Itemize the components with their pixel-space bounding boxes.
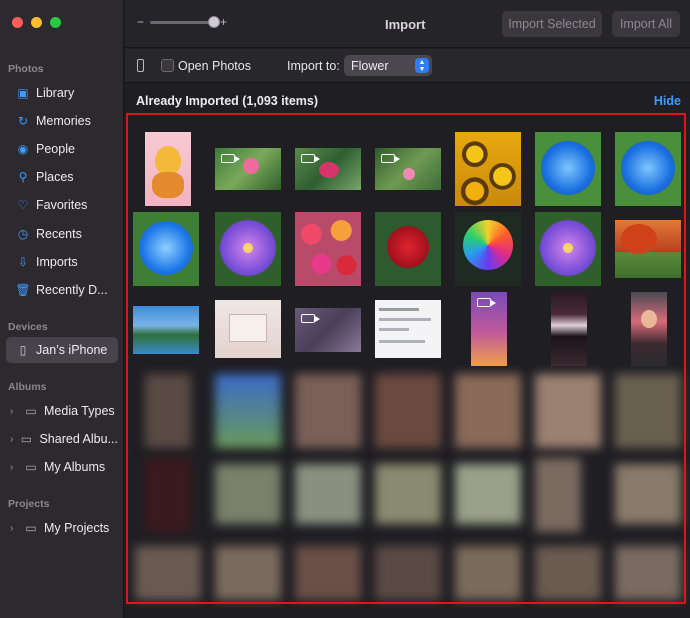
trash-icon: 🗑 <box>15 283 31 297</box>
chevron-right-icon[interactable]: › <box>10 434 13 445</box>
window-title: Import <box>385 17 426 32</box>
import-selected-button[interactable]: Import Selected <box>502 11 602 37</box>
chevron-right-icon[interactable]: › <box>10 523 18 534</box>
window-controls <box>12 17 61 28</box>
sidebar: Photos ▣ Library ↻ Memories ◉ People ⚲ P… <box>0 0 124 618</box>
sidebar-item-device[interactable]: ▯ Jan’s iPhone <box>6 337 118 363</box>
sidebar-item-label: Memories <box>36 114 91 128</box>
iphone-icon <box>137 59 144 72</box>
open-photos-label: Open Photos <box>178 59 251 73</box>
memories-icon: ↻ <box>17 114 29 128</box>
iphone-icon: ▯ <box>19 343 27 357</box>
section-title-albums: Albums <box>8 381 47 393</box>
chevron-updown-icon: ▲ ▼ <box>415 58 429 73</box>
sidebar-item-label: Library <box>36 86 75 100</box>
sidebar-item-label: Shared Albu... <box>39 432 118 446</box>
sidebar-item-label: Jan’s iPhone <box>36 343 108 357</box>
sidebar-item-label: Places <box>36 170 74 184</box>
sidebar-item-places[interactable]: ⚲ Places <box>6 164 118 190</box>
folder-icon: ▭ <box>25 521 37 535</box>
sidebar-item-label: Favorites <box>36 198 88 212</box>
sidebar-item-label: Imports <box>36 255 78 269</box>
section-title-projects: Projects <box>8 498 50 510</box>
zoom-in-icon[interactable]: + <box>220 15 227 29</box>
sidebar-item-my-albums[interactable]: › ▭ My Albums <box>6 454 118 480</box>
zoom-slider[interactable] <box>150 15 221 28</box>
import-options-bar: Open Photos Import to: Flower ▲ ▼ <box>125 49 690 83</box>
zoom-out-icon[interactable]: − <box>137 15 144 29</box>
sidebar-item-my-projects[interactable]: › ▭ My Projects <box>6 515 118 541</box>
folder-icon: ▭ <box>25 404 37 418</box>
import-to-label: Import to: <box>287 59 340 73</box>
sidebar-item-recents[interactable]: ◷ Recents <box>6 221 118 247</box>
sidebar-item-label: Recents <box>36 227 82 241</box>
close-window-button[interactable] <box>12 17 23 28</box>
sidebar-item-label: People <box>36 142 75 156</box>
open-photos-checkbox[interactable] <box>161 59 174 72</box>
zoom-control: − + <box>137 15 227 29</box>
sidebar-item-label: My Projects <box>44 521 110 535</box>
toolbar: − + Import Import Selected Import All <box>125 0 690 48</box>
sidebar-item-recently-deleted[interactable]: 🗑 Recently D... <box>6 277 118 303</box>
imports-icon: ⇩ <box>17 255 29 269</box>
sidebar-item-imports[interactable]: ⇩ Imports <box>6 249 118 275</box>
already-imported-header: Already Imported (1,093 items) <box>136 94 319 108</box>
import-to-select[interactable]: Flower ▲ ▼ <box>344 55 432 76</box>
zoom-slider-thumb[interactable] <box>208 15 221 28</box>
folder-icon: ▭ <box>20 432 33 446</box>
section-title-devices: Devices <box>8 321 48 333</box>
selection-highlight-frame <box>126 113 686 604</box>
section-title-photos: Photos <box>8 63 44 75</box>
main-content: Already Imported (1,093 items) Hide <box>125 84 690 618</box>
chevron-right-icon[interactable]: › <box>10 462 18 473</box>
clock-icon: ◷ <box>17 227 29 241</box>
places-icon: ⚲ <box>18 170 28 184</box>
sidebar-item-favorites[interactable]: ♡ Favorites <box>6 192 118 218</box>
sidebar-item-label: Media Types <box>44 404 115 418</box>
sidebar-item-people[interactable]: ◉ People <box>6 136 118 162</box>
import-to-value: Flower <box>351 58 389 73</box>
people-icon: ◉ <box>17 142 29 156</box>
folder-icon: ▭ <box>25 460 37 474</box>
library-icon: ▣ <box>17 86 29 100</box>
zoom-window-button[interactable] <box>50 17 61 28</box>
hide-button[interactable]: Hide <box>654 94 681 108</box>
minimize-window-button[interactable] <box>31 17 42 28</box>
sidebar-item-shared-albums[interactable]: › ▭ Shared Albu... <box>6 426 118 452</box>
heart-icon: ♡ <box>17 198 29 212</box>
sidebar-item-label: My Albums <box>44 460 106 474</box>
import-all-button[interactable]: Import All <box>612 11 680 37</box>
sidebar-item-label: Recently D... <box>36 283 108 297</box>
sidebar-item-library[interactable]: ▣ Library <box>6 80 118 106</box>
sidebar-item-memories[interactable]: ↻ Memories <box>6 108 118 134</box>
chevron-right-icon[interactable]: › <box>10 406 18 417</box>
sidebar-item-media-types[interactable]: › ▭ Media Types <box>6 398 118 424</box>
